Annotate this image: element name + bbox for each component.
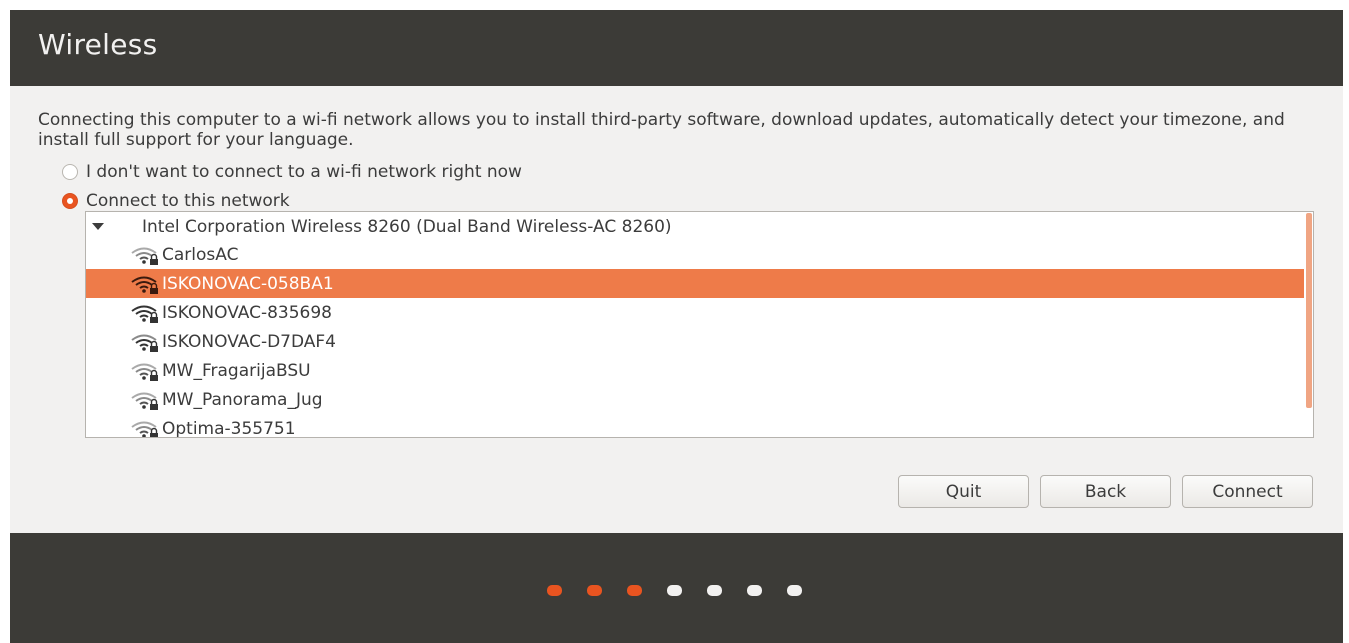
network-name: MW_FragarijaBSU — [162, 360, 311, 381]
installer-window: Wireless Connecting this computer to a w… — [10, 10, 1343, 643]
network-name: MW_Panorama_Jug — [162, 389, 323, 410]
network-item-mw-fragarijabsu[interactable]: MW_FragarijaBSU — [86, 356, 1304, 385]
progress-dot — [587, 585, 602, 596]
progress-dots — [547, 585, 802, 596]
no-wifi-option[interactable]: I don't want to connect to a wi-fi netwo… — [62, 162, 522, 182]
connect-label: Connect to this network — [86, 191, 290, 211]
device-row[interactable]: Intel Corporation Wireless 8260 (Dual Ba… — [86, 212, 1304, 241]
progress-dot — [667, 585, 682, 596]
network-item-iskonovac-058ba1[interactable]: ISKONOVAC-058BA1 — [86, 269, 1304, 298]
connect-button[interactable]: Connect — [1182, 475, 1313, 508]
connect-option[interactable]: Connect to this network — [62, 191, 290, 211]
network-item-optima-355751[interactable]: Optima-355751 — [86, 414, 1304, 438]
no-wifi-label: I don't want to connect to a wi-fi netwo… — [86, 162, 522, 182]
wifi-locked-icon — [131, 392, 158, 410]
connect-radio[interactable] — [62, 193, 78, 209]
network-name: ISKONOVAC-D7DAF4 — [162, 331, 337, 352]
no-wifi-radio[interactable] — [62, 164, 78, 180]
quit-button[interactable]: Quit — [898, 475, 1029, 508]
network-item-mw-panorama-jug[interactable]: MW_Panorama_Jug — [86, 385, 1304, 414]
content-area: Connecting this computer to a wi-fi netw… — [10, 86, 1343, 533]
network-item-carlosac[interactable]: CarlosAC — [86, 240, 1304, 269]
wifi-locked-icon — [131, 334, 158, 352]
back-button[interactable]: Back — [1040, 475, 1171, 508]
progress-dot — [787, 585, 802, 596]
network-list[interactable]: Intel Corporation Wireless 8260 (Dual Ba… — [85, 211, 1314, 438]
list-scrollbar[interactable] — [1306, 213, 1312, 408]
network-name: CarlosAC — [162, 244, 239, 265]
wifi-locked-icon — [131, 421, 158, 437]
network-name: ISKONOVAC-835698 — [162, 302, 332, 323]
wifi-locked-icon — [131, 247, 158, 265]
wifi-locked-icon — [131, 363, 158, 381]
progress-dot — [547, 585, 562, 596]
progress-dot — [707, 585, 722, 596]
device-label: Intel Corporation Wireless 8260 (Dual Ba… — [142, 216, 672, 237]
footer-bar — [10, 533, 1343, 643]
progress-dot — [627, 585, 642, 596]
network-item-iskonovac-d7daf4[interactable]: ISKONOVAC-D7DAF4 — [86, 327, 1304, 356]
description-text: Connecting this computer to a wi-fi netw… — [38, 110, 1285, 150]
progress-dot — [747, 585, 762, 596]
wifi-locked-icon — [131, 305, 158, 323]
network-name: ISKONOVAC-058BA1 — [162, 273, 334, 294]
page-title: Wireless — [38, 28, 158, 61]
network-item-iskonovac-835698[interactable]: ISKONOVAC-835698 — [86, 298, 1304, 327]
expand-arrow-icon[interactable] — [92, 223, 104, 230]
header-bar: Wireless — [10, 10, 1343, 86]
wifi-locked-icon — [131, 276, 158, 294]
network-name: Optima-355751 — [162, 418, 296, 438]
